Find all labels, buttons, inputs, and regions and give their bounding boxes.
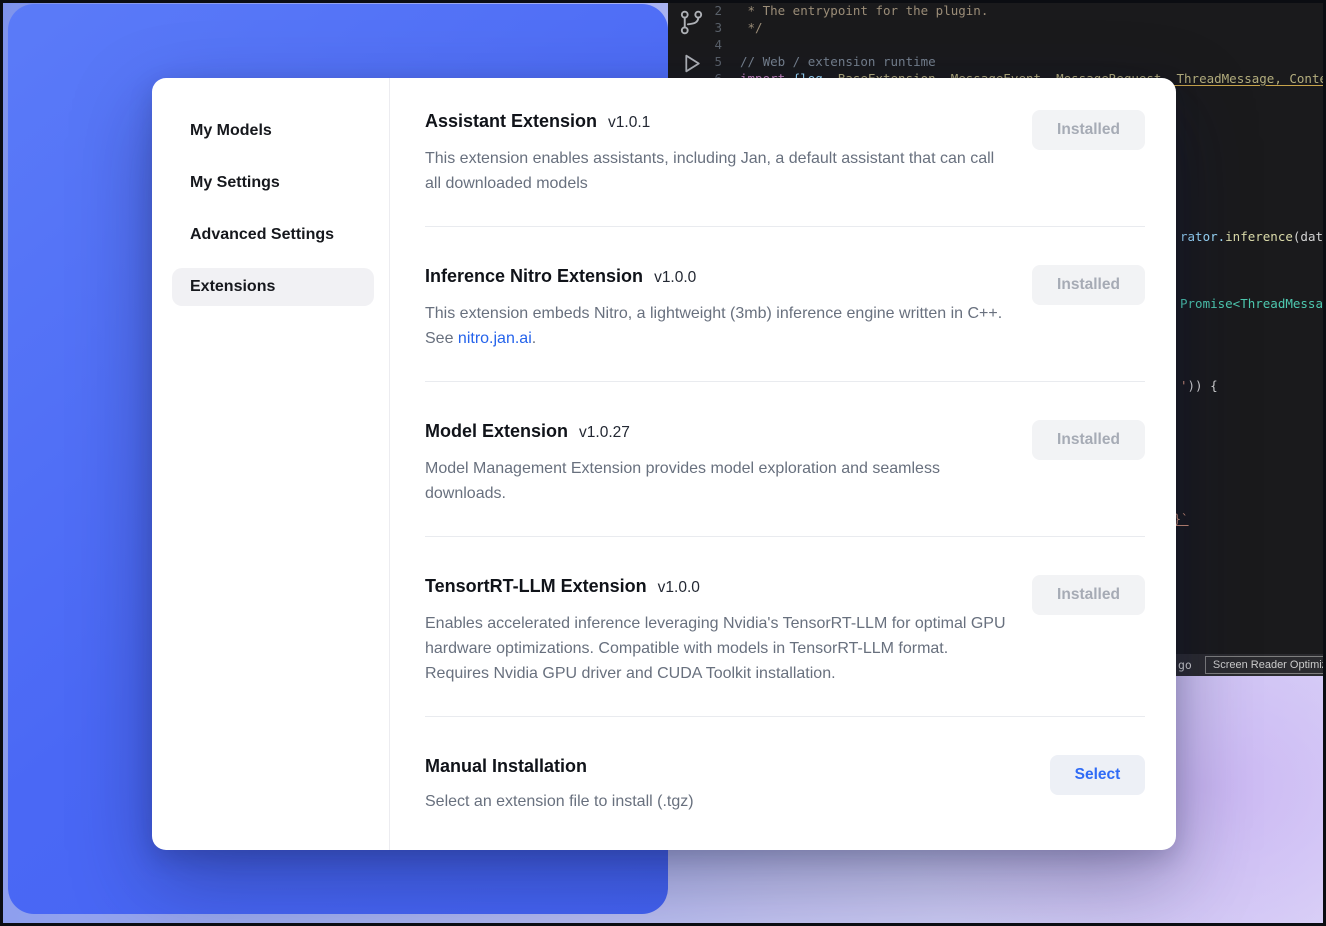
extension-title: Assistant Extension	[425, 110, 597, 132]
nitro-jan-ai-link[interactable]: nitro.jan.ai	[458, 330, 532, 347]
select-file-button[interactable]: Select	[1050, 755, 1145, 795]
extension-info: Manual Installation Select an extension …	[425, 755, 694, 814]
extension-info: TensortRT-LLM Extension v1.0.0 Enables a…	[425, 575, 1010, 686]
code-fragment: Promise<ThreadMessage>	[1180, 296, 1326, 311]
code-fragment: ')) {	[1180, 378, 1218, 393]
extension-row: TensortRT-LLM Extension v1.0.0 Enables a…	[425, 575, 1145, 686]
extension-row: Assistant Extension v1.0.1 This extensio…	[425, 110, 1145, 196]
extension-title: Inference Nitro Extension	[425, 265, 643, 287]
extension-info: Model Extension v1.0.27 Model Management…	[425, 420, 1010, 506]
extensions-panel: Assistant Extension v1.0.1 This extensio…	[390, 78, 1176, 850]
extension-description: Enables accelerated inference leveraging…	[425, 611, 1010, 686]
manual-installation-row: Manual Installation Select an extension …	[425, 755, 1145, 814]
extension-header: Manual Installation	[425, 755, 694, 777]
extension-info: Inference Nitro Extension v1.0.0 This ex…	[425, 265, 1010, 351]
extension-version: v1.0.27	[579, 422, 630, 444]
extension-row: Model Extension v1.0.27 Model Management…	[425, 420, 1145, 506]
installed-button[interactable]: Installed	[1032, 575, 1145, 615]
installed-button[interactable]: Installed	[1032, 420, 1145, 460]
settings-modal: My Models My Settings Advanced Settings …	[152, 78, 1176, 850]
installed-button[interactable]: Installed	[1032, 110, 1145, 150]
sidebar-item-advanced-settings[interactable]: Advanced Settings	[172, 216, 374, 254]
row-divider	[425, 226, 1145, 227]
code-line: 3 */	[668, 19, 1326, 36]
extension-info: Assistant Extension v1.0.1 This extensio…	[425, 110, 1010, 196]
installed-button[interactable]: Installed	[1032, 265, 1145, 305]
extension-description: Model Management Extension provides mode…	[425, 456, 1010, 506]
extension-title: Model Extension	[425, 420, 568, 442]
code-line: 5 // Web / extension runtime	[668, 53, 1326, 70]
extension-header: TensortRT-LLM Extension v1.0.0	[425, 575, 1010, 599]
row-divider	[425, 536, 1145, 537]
code-text: */	[740, 19, 763, 36]
extension-version: v1.0.0	[658, 577, 700, 599]
code-text: * The entrypoint for the plugin.	[740, 2, 988, 19]
line-number: 5	[668, 53, 740, 70]
code-text: // Web / extension runtime	[740, 53, 936, 70]
code-line: 4	[668, 36, 1326, 53]
code-lines: 2 * The entrypoint for the plugin. 3 */ …	[668, 2, 1326, 87]
line-number: 2	[668, 2, 740, 19]
line-number: 3	[668, 19, 740, 36]
extension-description: This extension embeds Nitro, a lightweig…	[425, 301, 1010, 351]
sidebar-item-extensions[interactable]: Extensions	[172, 268, 374, 306]
settings-sidebar: My Models My Settings Advanced Settings …	[152, 78, 390, 850]
extension-version: v1.0.1	[608, 112, 650, 134]
description-text: .	[532, 330, 536, 347]
extension-row: Inference Nitro Extension v1.0.0 This ex…	[425, 265, 1145, 351]
manual-installation-description: Select an extension file to install (.tg…	[425, 789, 694, 814]
status-language-text: go	[1178, 658, 1192, 672]
extension-description: This extension enables assistants, inclu…	[425, 146, 1010, 196]
code-line: 2 * The entrypoint for the plugin.	[668, 2, 1326, 19]
sidebar-item-my-settings[interactable]: My Settings	[172, 164, 374, 202]
line-number: 4	[668, 36, 740, 53]
sidebar-item-my-models[interactable]: My Models	[172, 112, 374, 150]
extension-header: Inference Nitro Extension v1.0.0	[425, 265, 1010, 289]
manual-installation-title: Manual Installation	[425, 755, 587, 777]
extension-version: v1.0.0	[654, 267, 696, 289]
extension-title: TensortRT-LLM Extension	[425, 575, 647, 597]
row-divider	[425, 381, 1145, 382]
extension-header: Model Extension v1.0.27	[425, 420, 1010, 444]
extension-header: Assistant Extension v1.0.1	[425, 110, 1010, 134]
row-divider	[425, 716, 1145, 717]
screen-reader-badge[interactable]: Screen Reader Optimized	[1205, 656, 1326, 674]
code-fragment: rator.inference(data));	[1180, 229, 1326, 244]
